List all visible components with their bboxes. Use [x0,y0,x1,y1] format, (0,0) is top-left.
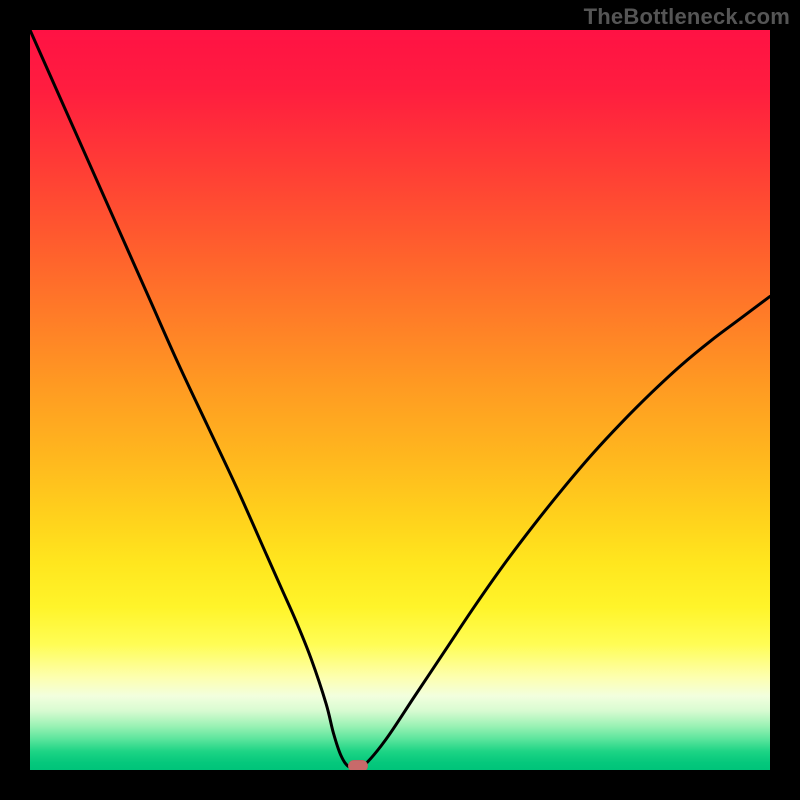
optimal-marker [348,760,368,770]
watermark-text: TheBottleneck.com [584,4,790,30]
chart-stage: TheBottleneck.com [0,0,800,800]
curve-path [30,30,770,768]
bottleneck-curve [30,30,770,770]
plot-area [30,30,770,770]
